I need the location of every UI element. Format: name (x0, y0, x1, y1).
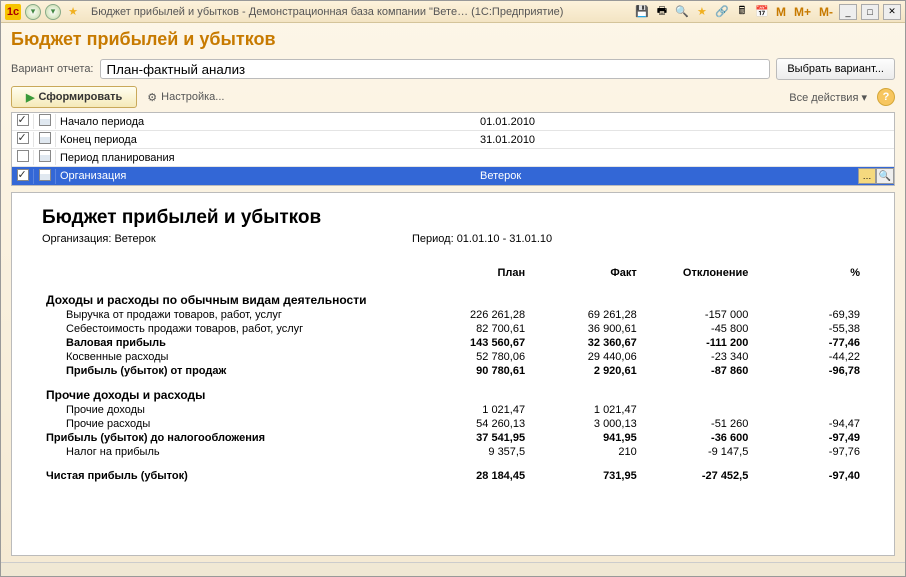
calendar-field-icon (39, 169, 51, 181)
param-checkbox-cell[interactable] (12, 150, 34, 165)
param-value-cell[interactable] (476, 116, 894, 128)
variant-row: Вариант отчета: Выбрать вариант... (11, 58, 895, 80)
param-label: Организация (56, 170, 476, 182)
page-title: Бюджет прибылей и убытков (11, 29, 895, 50)
app-window: 1c ▾ ▾ ★ Бюджет прибылей и убытков - Дем… (0, 0, 906, 577)
app-logo-icon: 1c (5, 4, 21, 20)
play-icon: ▶ (26, 91, 34, 104)
params-table: Начало периода Конец периода Период планир… (11, 112, 895, 186)
report-area[interactable]: Бюджет прибылей и убытков Организация: В… (11, 192, 895, 556)
calendar-field-icon (39, 150, 51, 162)
close-button[interactable]: ✕ (883, 4, 901, 20)
calendar-field-icon (39, 132, 51, 144)
star-icon[interactable]: ★ (694, 4, 710, 20)
calendar-icon[interactable]: 📅 (754, 4, 770, 20)
select-variant-button[interactable]: Выбрать вариант... (776, 58, 895, 80)
param-value-input[interactable] (480, 134, 894, 146)
param-icon-cell (34, 150, 56, 165)
minimize-button[interactable]: _ (839, 4, 857, 20)
variant-label: Вариант отчета: (11, 63, 94, 75)
content-area: Бюджет прибылей и убытков Вариант отчета… (1, 23, 905, 562)
param-checkbox-cell[interactable] (12, 169, 34, 184)
param-icon-cell (34, 169, 56, 184)
param-value-input[interactable] (480, 116, 894, 128)
param-label: Конец периода (56, 134, 476, 146)
toolbar: ▶Сформировать ⚙Настройка... Все действия… (11, 86, 895, 108)
calendar-field-icon (39, 114, 51, 126)
param-row[interactable]: Начало периода (12, 113, 894, 131)
nav-back-icon[interactable]: ▾ (25, 4, 41, 20)
param-value-cell[interactable] (476, 152, 894, 164)
report-org: Организация: Ветерок (42, 233, 412, 245)
form-button[interactable]: ▶Сформировать (11, 86, 137, 108)
param-row[interactable]: Организация…🔍 (12, 167, 894, 185)
lookup-button[interactable]: 🔍 (876, 168, 894, 184)
titlebar: 1c ▾ ▾ ★ Бюджет прибылей и убытков - Дем… (1, 1, 905, 23)
param-icon-cell (34, 132, 56, 147)
param-label: Начало периода (56, 116, 476, 128)
ellipsis-button[interactable]: … (858, 168, 876, 184)
checkbox-icon[interactable] (17, 114, 29, 126)
checkbox-icon[interactable] (17, 132, 29, 144)
m-icon[interactable]: M (774, 5, 788, 19)
param-label: Период планирования (56, 152, 476, 164)
save-icon[interactable]: 💾 (634, 4, 650, 20)
help-button[interactable]: ? (877, 88, 895, 106)
param-row[interactable]: Период планирования (12, 149, 894, 167)
param-value-cell[interactable] (476, 134, 894, 146)
print-icon[interactable]: 🖶 (654, 4, 670, 20)
m-plus-icon[interactable]: M+ (792, 5, 813, 19)
maximize-button[interactable]: □ (861, 4, 879, 20)
settings-icon: ⚙ (147, 91, 157, 104)
all-actions-menu[interactable]: Все действия ▾ (789, 91, 867, 104)
param-checkbox-cell[interactable] (12, 114, 34, 129)
window-title: Бюджет прибылей и убытков - Демонстрацио… (85, 6, 630, 18)
calc-icon[interactable]: 🖩 (734, 4, 750, 20)
param-value-input[interactable] (480, 152, 894, 164)
param-icon-cell (34, 114, 56, 129)
m-minus-icon[interactable]: M- (817, 5, 835, 19)
nav-fwd-icon[interactable]: ▾ (45, 4, 61, 20)
param-checkbox-cell[interactable] (12, 132, 34, 147)
param-value-cell[interactable]: …🔍 (476, 168, 894, 184)
report-title: Бюджет прибылей и убытков (42, 207, 864, 229)
param-row[interactable]: Конец периода (12, 131, 894, 149)
checkbox-icon[interactable] (17, 169, 29, 181)
checkbox-icon[interactable] (17, 150, 29, 162)
preview-icon[interactable]: 🔍 (674, 4, 690, 20)
param-value-input[interactable] (480, 170, 858, 182)
report-table: ПланФактОтклонение%Доходы и расходы по о… (42, 259, 864, 483)
settings-link[interactable]: ⚙Настройка... (147, 91, 224, 104)
link-icon[interactable]: 🔗 (714, 4, 730, 20)
variant-input[interactable] (100, 59, 771, 79)
favorite-icon[interactable]: ★ (65, 4, 81, 20)
statusbar (1, 562, 905, 576)
report-subtitle: Организация: Ветерок Период: 01.01.10 - … (42, 233, 864, 245)
report-period: Период: 01.01.10 - 31.01.10 (412, 233, 552, 245)
